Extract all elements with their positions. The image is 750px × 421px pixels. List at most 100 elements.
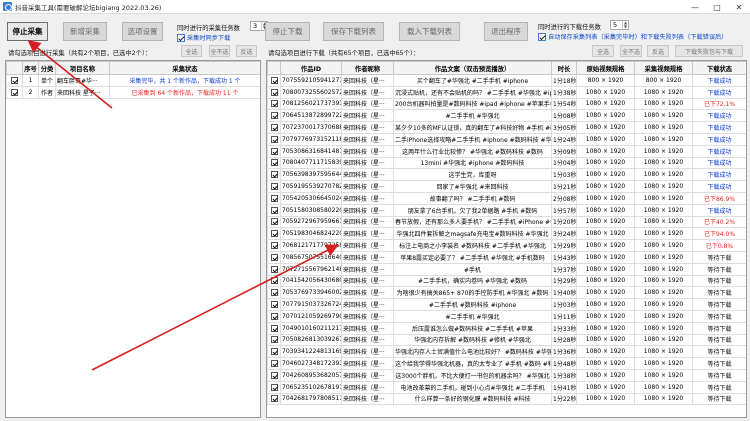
row-caption[interactable]: 这两年什么行业比较惨？ #华强北 #数码科技 #数码: [393, 144, 552, 158]
table-row[interactable]: 7042681797808511236来回科技（星···什么样算一条好的钢化膜 …: [267, 392, 746, 406]
row-caption[interactable]: 13mini #华强北 #iphone #数码科技: [393, 156, 552, 170]
row-checkbox[interactable]: [267, 286, 281, 300]
row-checkbox[interactable]: [267, 368, 281, 382]
row-checkbox[interactable]: [6, 74, 23, 87]
row-checkbox[interactable]: [267, 357, 281, 370]
row-checkbox[interactable]: [267, 191, 281, 205]
row-caption[interactable]: 什么样算一条好的钢化膜 #数码科技 #科技: [393, 392, 552, 406]
row-checkbox[interactable]: [267, 321, 281, 335]
row-checkbox[interactable]: [267, 262, 281, 276]
row-checkbox[interactable]: [267, 74, 281, 87]
row-caption[interactable]: 标注上电商之小李装名 #数码科技 #二手手机 #华强北: [393, 239, 552, 252]
row-checkbox[interactable]: [267, 180, 281, 193]
row-checkbox[interactable]: [267, 132, 281, 146]
table-row[interactable]: 7051983046824220932来回科技（星···华强北四件套拆解之mag…: [267, 227, 746, 241]
row-checkbox[interactable]: [6, 85, 23, 99]
table-row[interactable]: 7039341224813169952来回科技（星···华强北内存人士贸满值什么…: [267, 345, 746, 359]
row-checkbox[interactable]: [267, 215, 281, 229]
row-checkbox[interactable]: [267, 168, 281, 182]
left-select-all-button[interactable]: 全选: [181, 45, 202, 57]
spinner-arrows-icon[interactable]: ▲▼: [622, 21, 628, 29]
table-row[interactable]: 1 单个 翻车胖哥#华··· 采集完毕，共 1 个新作品，下载成功 1 个: [6, 74, 260, 87]
sync-download-checkbox[interactable]: 采集时同步下载: [177, 33, 230, 42]
row-caption[interactable]: 华强北四件套拆解之magsafe充电宝#数码科技 #华强北: [393, 227, 552, 241]
save-download-list-button[interactable]: 保存下载列表: [323, 22, 384, 41]
right-invert-button[interactable]: 反选: [647, 45, 669, 57]
row-caption[interactable]: 后压露谁怎么做#数码科技 #二手手机 #苹果: [393, 321, 552, 335]
row-checkbox[interactable]: [267, 380, 281, 394]
left-select-none-button[interactable]: 全不选: [209, 45, 230, 57]
table-row[interactable]: 7053086316841487619来回科技（星···这两年什么行业比较惨？ …: [267, 144, 746, 158]
table-row[interactable]: 7072715567962148128来回科技（星···#手机1分37秒1080…: [267, 262, 746, 276]
table-row[interactable]: 7059195539270782241来回科技（星···回家了#华强北 #来回科…: [267, 180, 746, 193]
row-checkbox[interactable]: [267, 227, 281, 241]
row-caption[interactable]: #二手手机 #华强北: [393, 109, 552, 123]
row-checkbox[interactable]: [267, 309, 281, 323]
row-checkbox[interactable]: [267, 121, 281, 134]
minimize-button[interactable]: —: [684, 0, 706, 14]
load-download-list-button[interactable]: 载入下载列表: [399, 22, 460, 41]
table-row[interactable]: 7053769733946002700来回科技（星···为啥很少有搞关865+ …: [267, 286, 746, 300]
table-row[interactable]: 7079776973152118083来回科技（星···二手iPhone选择攻略…: [267, 132, 746, 146]
table-row[interactable]: 7051580308580220270来回科技（星···朋友拿了6台手机，欠了我…: [267, 203, 746, 217]
row-caption[interactable]: #二手手机 #华强北: [393, 309, 552, 323]
row-caption[interactable]: 沉浸式贴机，还有不会贴机的吗？ #二手手机 #华强北 #iphone: [393, 85, 552, 99]
row-caption[interactable]: 二手iPhone选择攻略#二手手机 #iphone #数码科技 #华强北: [393, 132, 552, 146]
row-checkbox[interactable]: [267, 250, 281, 264]
row-checkbox[interactable]: [267, 298, 281, 311]
download-table[interactable]: 作品ID 作者昵称 作品文案（双击预览播放） 时长 原始视频规格 采集视频规格 …: [266, 60, 747, 418]
table-row[interactable]: 7070121059269790979来回科技（星···#二手手机 #华强北1分…: [267, 309, 746, 323]
table-row[interactable]: 7077915037326724355来回科技（星···#二手手机 #数码科技 …: [267, 298, 746, 311]
row-caption[interactable]: 电池改革幕的二手机，碰到小心点#华强北 #二手手机: [393, 380, 552, 394]
row-caption[interactable]: 某夕夕10多的MF认证锁，真的翻车了#科技好物 #手机 #iPhone: [393, 121, 552, 134]
table-row[interactable]: 7085675075516640715来回科技（星···苹果8露买定必要了？ #…: [267, 250, 746, 264]
table-row[interactable]: 7056398397595644587来回科技（星···这学生党，库重呀1分03…: [267, 168, 746, 182]
row-caption[interactable]: 这3000个胖机，不比大便打一书包的机器余吗？ #华强北: [393, 368, 552, 382]
row-checkbox[interactable]: [267, 144, 281, 158]
row-caption[interactable]: 华强北内存人士贸满值什么电池比较好？ #数码科技 #华强北: [393, 345, 552, 359]
table-row[interactable]: 7080073255602572577来回科技（星···沉浸式贴机，还有不会贴机…: [267, 85, 746, 99]
table-row[interactable]: 7081256021737393447来回科技（星···200台机器叫拍量是#数…: [267, 97, 746, 111]
row-caption[interactable]: 为啥很少有搞关865+ 870的手控防手机 #华强北 #数码: [393, 286, 552, 300]
table-row[interactable]: 7050826813039267110来回科技（星···华强北内存拆解 #数码科…: [267, 333, 746, 347]
table-row[interactable]: 7072370017370688800来回科技（星···某夕夕10多的MF认证锁…: [267, 121, 746, 134]
right-select-all-button[interactable]: 全选: [592, 45, 614, 57]
table-row[interactable]: 7059272967959661863来回科技（星···春节放假，还有那么多人要…: [267, 215, 746, 229]
row-checkbox[interactable]: [267, 97, 281, 111]
close-button[interactable]: ✕: [728, 0, 750, 14]
table-row[interactable]: 7041542056430680870来回科技（星···#二手手机，确实内卷吗 …: [267, 274, 746, 288]
table-row[interactable]: 7042608953682057255来回科技（星···这3000个胖机，不比大…: [267, 368, 746, 382]
stop-collect-button[interactable]: 停止采集: [7, 22, 48, 41]
row-caption[interactable]: 苹果8露买定必要了？ #二手手机 #华强北 #手机数码: [393, 250, 552, 264]
row-caption[interactable]: 回家了#华强北 #来回科技: [393, 180, 552, 193]
row-caption[interactable]: 春节放假，还有那么多人要手机？ #二手手机 #iPhone #华强北: [393, 215, 552, 229]
row-caption[interactable]: 这个给我学得华强北机器，真的太专业了 #手机 #数码 #科技: [393, 357, 552, 370]
auto-save-checkbox[interactable]: 自动保存采集列表（采集完毕时）和下载失败列表（下载错误后）: [538, 32, 727, 41]
row-checkbox[interactable]: [267, 345, 281, 359]
row-checkbox[interactable]: [267, 392, 281, 406]
options-button[interactable]: 选项设置: [122, 22, 163, 41]
redownload-failed-button[interactable]: 下载失败包与下载: [675, 45, 743, 57]
right-select-none-button[interactable]: 全不选: [620, 45, 642, 57]
table-row[interactable]: 7075592105941271l6来回科技（星···买个翻车了#华强北 #二手…: [267, 74, 746, 87]
row-checkbox[interactable]: [267, 109, 281, 123]
table-row[interactable]: 7064513872899722529来回科技（星···#二手手机 #华强北1分…: [267, 109, 746, 123]
exit-button[interactable]: 退出程序: [484, 22, 528, 41]
row-caption[interactable]: #二手手机，确实内卷吗 #华强北 #数码: [393, 274, 552, 288]
row-caption[interactable]: 华强北内存拆解 #数码科技 #修机 #华强北: [393, 333, 552, 347]
add-collect-button[interactable]: 新增采集: [63, 22, 107, 41]
row-caption[interactable]: 朋友拿了6台手机，欠了我2单据路 #手机 #数码: [393, 203, 552, 217]
table-row[interactable]: 7065235102678191398来回科技（星···电池改革幕的二手机，碰到…: [267, 380, 746, 394]
row-caption[interactable]: 故事翻了吗？ #二手手机 #数码: [393, 191, 552, 205]
stop-download-button[interactable]: 停止下载: [265, 22, 310, 41]
row-caption[interactable]: 买个翻车了#华强北 #二手手机 #iphone: [393, 74, 552, 87]
row-caption[interactable]: #二手手机 #数码科技 #iphone: [393, 298, 552, 311]
row-caption[interactable]: #手机: [393, 262, 552, 276]
row-checkbox[interactable]: [267, 274, 281, 288]
table-row[interactable]: 2 作者 来回科技 星子··· 已采集到 64 个新作品，下载成功 11 个: [6, 85, 260, 99]
table-row[interactable]: 7046027348172393739来回科技（星···这个给我学得华强北机器，…: [267, 357, 746, 370]
left-invert-button[interactable]: 反选: [236, 45, 257, 57]
download-concurrency-spinner[interactable]: 5 ▲ ▼: [610, 20, 629, 30]
table-row[interactable]: 7068121717797258116来回科技（星···标注上电商之小李装名 #…: [267, 239, 746, 252]
collect-table[interactable]: 序号 分类 项目名称 采集状态 1 单个 翻车胖哥#华··· 采集完毕，共 1 个新作…: [5, 60, 261, 418]
